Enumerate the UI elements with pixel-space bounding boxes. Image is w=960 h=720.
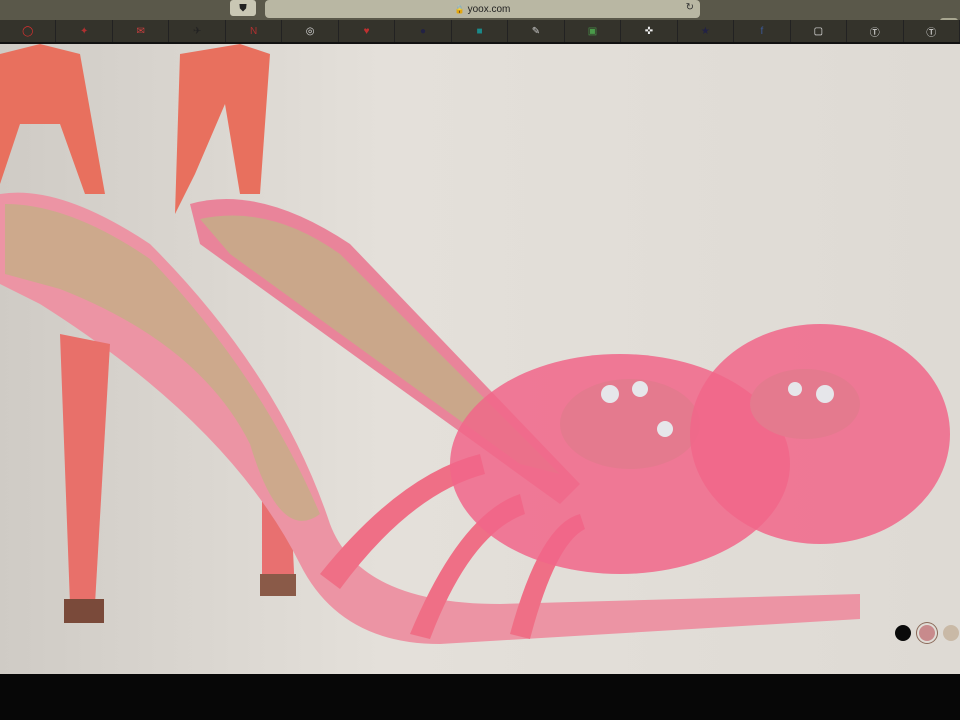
plane-icon: ✈ <box>192 25 202 37</box>
opera-icon: ◯ <box>22 25 34 37</box>
tab-10[interactable]: ▣ <box>565 20 622 42</box>
ankle-strap-front <box>0 44 105 194</box>
swatch-black[interactable] <box>895 625 911 641</box>
swatch-pink[interactable] <box>919 625 935 641</box>
t-icon: Ⓣ <box>869 27 880 39</box>
square-icon: ■ <box>476 25 483 37</box>
nk-icon: N <box>249 25 258 37</box>
bird-icon: ✦ <box>80 25 89 37</box>
ankle-strap-back <box>175 44 270 214</box>
tab-1[interactable]: ✦ <box>56 20 113 42</box>
address-bar[interactable]: 🔒 yoox.com ↻ <box>265 0 700 18</box>
product-image-area <box>0 44 960 674</box>
star-icon: ★ <box>700 25 710 37</box>
tab-7[interactable]: ● <box>395 20 452 42</box>
tab-14[interactable]: ▢ <box>791 20 848 42</box>
heart-icon: ♥ <box>363 25 370 37</box>
tab-5[interactable]: ◎ <box>282 20 339 42</box>
tab-bar: ◯ ✦ ✉ ✈ N ◎ ♥ ● ■ ✎ ▣ ✜ ★ f ▢ Ⓣ Ⓣ <box>0 20 960 42</box>
photo-icon: ▣ <box>587 25 598 37</box>
screen-bezel <box>0 674 960 720</box>
t-icon: Ⓣ <box>926 27 937 39</box>
tab-15[interactable]: Ⓣ <box>847 20 904 42</box>
circle-icon: ◎ <box>305 25 315 37</box>
facebook-icon: f <box>760 25 764 37</box>
product-image-pink-sandals <box>0 44 950 645</box>
reload-icon[interactable]: ↻ <box>686 2 694 13</box>
frame-icon: ▢ <box>813 25 824 37</box>
tab-3[interactable]: ✈ <box>169 20 226 42</box>
swatch-nude[interactable] <box>943 625 959 641</box>
gmail-icon: ✉ <box>136 25 145 37</box>
shield-icon: ⛊ <box>239 2 247 14</box>
color-swatches <box>895 625 959 641</box>
tab-8[interactable]: ■ <box>452 20 509 42</box>
tab-6[interactable]: ♥ <box>339 20 396 42</box>
privacy-shield-button[interactable]: ⛊ <box>230 0 256 16</box>
tab-4[interactable]: N <box>226 20 283 42</box>
tab-11[interactable]: ✜ <box>621 20 678 42</box>
tab-13[interactable]: f <box>734 20 791 42</box>
flower-ornament-back <box>690 324 950 544</box>
url-text: yoox.com <box>467 3 511 15</box>
compass-icon: ✜ <box>644 25 654 37</box>
pin-icon: ● <box>419 25 427 37</box>
tab-12[interactable]: ★ <box>678 20 735 42</box>
tab-9[interactable]: ✎ <box>508 20 565 42</box>
feather-icon: ✎ <box>531 25 541 37</box>
browser-toolbar: ⛊ 🔒 yoox.com ↻ <box>0 0 960 20</box>
tab-0[interactable]: ◯ <box>0 20 57 42</box>
tab-2[interactable]: ✉ <box>113 20 170 42</box>
tab-16[interactable]: Ⓣ <box>904 20 960 42</box>
lock-icon: 🔒 <box>454 4 465 14</box>
